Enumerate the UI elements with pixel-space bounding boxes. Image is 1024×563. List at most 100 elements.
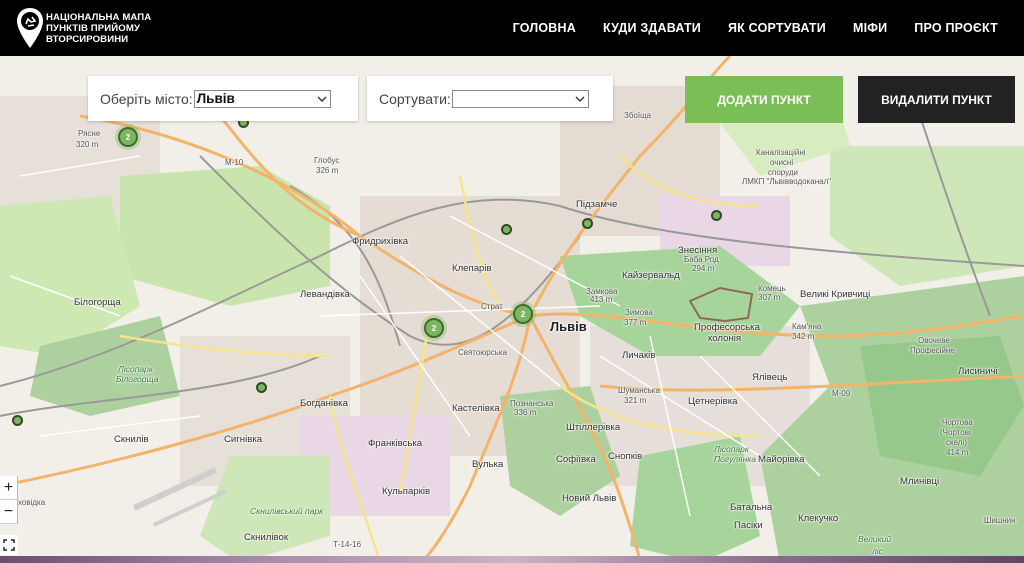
map-label-rjasne-height: 320 m	[76, 140, 99, 149]
logo-line-1: Національна мапа	[46, 11, 152, 23]
map-label-baba-rod-height: 294 m	[692, 264, 715, 273]
map-label-poznanska-height: 336 m	[514, 408, 537, 417]
map-label-kanal-2: очисні	[770, 158, 794, 167]
map-label-klekuchko: Клекучко	[798, 513, 839, 524]
map-label-zboischa: Збоїща	[624, 111, 652, 120]
city-select[interactable]: Львів	[193, 89, 331, 108]
map-label-m09: М-09	[832, 389, 851, 398]
map-label-lviv: Львів	[550, 319, 587, 334]
map-label-lis: ліс	[872, 546, 883, 556]
map-marker[interactable]	[501, 224, 512, 235]
map-tiles	[0, 56, 1024, 563]
map-label-kanal: Каналізаційні	[756, 148, 806, 157]
map-label-strat: Страт	[481, 302, 503, 311]
map-label-pohulianka-2: Погулянка	[714, 454, 756, 464]
map-canvas[interactable]: Рясне 320 m Глобус 326 m М-10 Фридрихівк…	[0, 56, 1024, 563]
remove-point-button[interactable]: Видалити пункт	[858, 76, 1015, 123]
map-label-baba-rod: Баба Род	[684, 255, 719, 264]
map-label-shtilerivka: Штіллерівка	[566, 422, 621, 433]
map-label-lmkp: ЛМКП "Львівводоканал"	[742, 177, 832, 186]
map-label-maiorivka: Майорівка	[758, 454, 805, 465]
map-label-lisopark: Лісопарк	[118, 364, 153, 374]
map-label-t1416: Т-14-16	[333, 540, 362, 549]
nav-how-to-sort[interactable]: Як сортувати	[728, 21, 826, 35]
map-label-sviatoiurska: Святоюрська	[458, 348, 508, 357]
map-label-pidzamche: Підзамче	[576, 199, 618, 210]
footer-strip	[0, 556, 1024, 563]
map-label-lysynychi: Лисиничі	[958, 366, 998, 377]
map-label-kastelivka: Кастелівка	[452, 403, 500, 414]
nav-about[interactable]: Про проєкт	[914, 21, 998, 35]
map-label-kaiserwald: Кайзервальд	[622, 270, 680, 281]
map-marker[interactable]	[256, 382, 267, 393]
map-label-sknilivok: Скнилівок	[244, 532, 289, 543]
map-label-zymova: Зимова	[625, 308, 653, 317]
map-label-skniliv-park: Скнилівський парк	[250, 506, 324, 516]
map-label-koloniia: колонія	[708, 333, 742, 344]
map-label-mlynivtsi: Млинівці	[900, 476, 940, 487]
map-label-komets-height: 307 m	[758, 293, 781, 302]
map-label-bilohorscha: Білогорща	[74, 297, 121, 308]
fullscreen-button[interactable]	[0, 535, 18, 555]
map-label-rjasne: Рясне	[78, 129, 101, 138]
map-label-poznanska: Познанська	[510, 399, 554, 408]
map-label-globus-height: 326 m	[316, 166, 339, 175]
map-label-frydrykhivka: Фридрихівка	[352, 236, 409, 247]
map-label-zymova-height: 377 m	[624, 318, 647, 327]
add-point-button[interactable]: Додати пункт	[685, 76, 843, 123]
city-select-value: Львів	[196, 91, 235, 106]
map-label-lisopark-bilohorscha: Білогорща	[116, 374, 159, 384]
map-label-ovoche-2: Професійне	[910, 346, 955, 355]
nav-home[interactable]: Головна	[513, 21, 576, 35]
map-label-skniliv: Скнилів	[114, 434, 149, 445]
map-label-levandivka: Левандівка	[300, 289, 350, 300]
main-nav: Головна Куди здавати Як сортувати Міфи П…	[486, 0, 998, 56]
map-label-komets: Комець	[758, 284, 786, 293]
logo-line-2: пунктів прийому	[46, 22, 141, 34]
map-label-kanal-3: споруди	[768, 168, 799, 177]
map-label-velyki-kryvchytsi: Великі Кривчиці	[800, 289, 871, 300]
nav-where-to-recycle[interactable]: Куди здавати	[603, 21, 701, 35]
map-label-chortova-2: (Чортові	[940, 428, 971, 437]
zoom-out-button[interactable]: −	[0, 500, 17, 524]
map-label-frankivska: Франківська	[368, 438, 423, 449]
nav-myths[interactable]: Міфи	[853, 21, 887, 35]
map-label-yalivets: Ялівець	[752, 372, 788, 383]
map-label-lychakiv: Личаків	[622, 350, 656, 361]
map-label-kulparkiv: Кульпарків	[382, 486, 431, 497]
zoom-control: + −	[0, 476, 18, 524]
city-filter: Оберіть місто: Львів	[88, 76, 358, 121]
fullscreen-icon	[3, 539, 15, 551]
marker-cluster[interactable]: 2	[118, 127, 138, 147]
map-label-chortova: Чортова	[942, 418, 973, 427]
map-label-novyi-lviv: Новий Львів	[562, 493, 617, 504]
map-label-chortova-height: 414 m	[946, 448, 969, 457]
map-label-tsetnerivka: Цетнерівка	[688, 396, 738, 407]
map-label-hovidka: ховідка	[18, 498, 46, 507]
map-label-shumanska: Шуманська	[618, 386, 660, 395]
map-marker[interactable]	[582, 218, 593, 229]
map-label-shyshnyn: Шишнин	[984, 516, 1016, 525]
map-marker[interactable]	[711, 210, 722, 221]
map-label-bohdanivka: Богданівка	[300, 398, 348, 409]
site-logo[interactable]: Національна мапа пунктів прийому вторсир…	[16, 6, 151, 50]
zoom-in-button[interactable]: +	[0, 476, 17, 500]
map-label-pasiky: Пасіки	[734, 520, 763, 531]
sort-filter: Сортувати:	[367, 76, 613, 121]
map-label-batalna: Батальна	[730, 502, 773, 513]
marker-cluster[interactable]: 2	[513, 304, 533, 324]
map-label-globus: Глобус	[314, 156, 340, 165]
map-label-ovoche: Овочеве	[918, 336, 950, 345]
chevron-down-icon	[317, 96, 327, 102]
map-label-kamiana-height: 342 m	[792, 332, 815, 341]
city-filter-label: Оберіть місто:	[100, 90, 193, 107]
sort-select[interactable]	[451, 89, 589, 108]
map-label-snopkiv: Снопків	[608, 451, 643, 462]
map-marker[interactable]	[12, 415, 23, 426]
recycle-pin-icon	[16, 7, 44, 49]
map-label-zamkova-height: 413 m	[590, 295, 613, 304]
map-label-sofiivka: Софіївка	[556, 454, 596, 465]
top-navbar: Національна мапа пунктів прийому вторсир…	[0, 0, 1024, 56]
marker-cluster[interactable]: 2	[424, 318, 444, 338]
map-label-kamiana: Кам'яна	[792, 322, 822, 331]
